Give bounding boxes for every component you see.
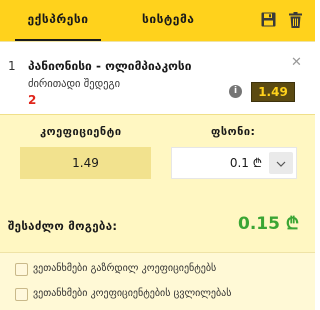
chevron-down-icon[interactable] bbox=[269, 152, 293, 174]
bet-calculator: კოეფიციენტი ფსონი: 1.49 0.1 ₾ შესაძლო მო… bbox=[0, 114, 315, 252]
accept-higher-odds-label: ვეთანხმები გაზრდილ კოეფიციენტებს bbox=[33, 263, 217, 274]
selection-outcome: 2 bbox=[28, 93, 37, 107]
possible-win-amount: 0.15 ₾ bbox=[238, 214, 299, 234]
tab-system[interactable]: სისტემა bbox=[142, 0, 194, 41]
bet-selection: 1 პანიონისი - ოლიმპიაკოსი ძირითადი შედეგ… bbox=[0, 41, 315, 113]
stake-input[interactable]: 0.1 ₾ bbox=[171, 147, 297, 179]
accept-higher-odds-checkbox[interactable] bbox=[15, 263, 28, 276]
tab-express[interactable]: ექსპრესი bbox=[15, 0, 101, 41]
stake-label: ფსონი: bbox=[211, 125, 256, 138]
selection-index: 1 bbox=[8, 59, 16, 73]
coefficient-value: 1.49 bbox=[20, 147, 151, 179]
selection-odds: 1.49 bbox=[251, 82, 295, 102]
close-icon[interactable]: ✕ bbox=[291, 55, 302, 70]
save-icon[interactable] bbox=[261, 12, 276, 27]
betslip-panel: ექსპრესი სისტემა 1 პანიონისი - ოლიმპიაკო… bbox=[0, 0, 315, 310]
bet-options: ვეთანხმები გაზრდილ კოეფიციენტებს ვეთანხმ… bbox=[0, 252, 315, 310]
info-icon[interactable]: i bbox=[229, 85, 242, 98]
possible-win-label: შესაძლო მოგება: bbox=[8, 219, 118, 233]
accept-odds-change-checkbox[interactable] bbox=[15, 288, 28, 301]
accept-odds-change-label: ვეთანხმები კოეფიციენტების ცვლილებას bbox=[33, 288, 232, 299]
selection-event: პანიონისი - ოლიმპიაკოსი bbox=[28, 59, 192, 73]
coefficient-label: კოეფიციენტი bbox=[40, 125, 122, 138]
selection-market: ძირითადი შედეგი bbox=[28, 78, 121, 90]
stake-value[interactable]: 0.1 ₾ bbox=[230, 148, 262, 178]
betslip-tabs: ექსპრესი სისტემა bbox=[0, 0, 315, 41]
trash-icon[interactable] bbox=[289, 12, 302, 28]
